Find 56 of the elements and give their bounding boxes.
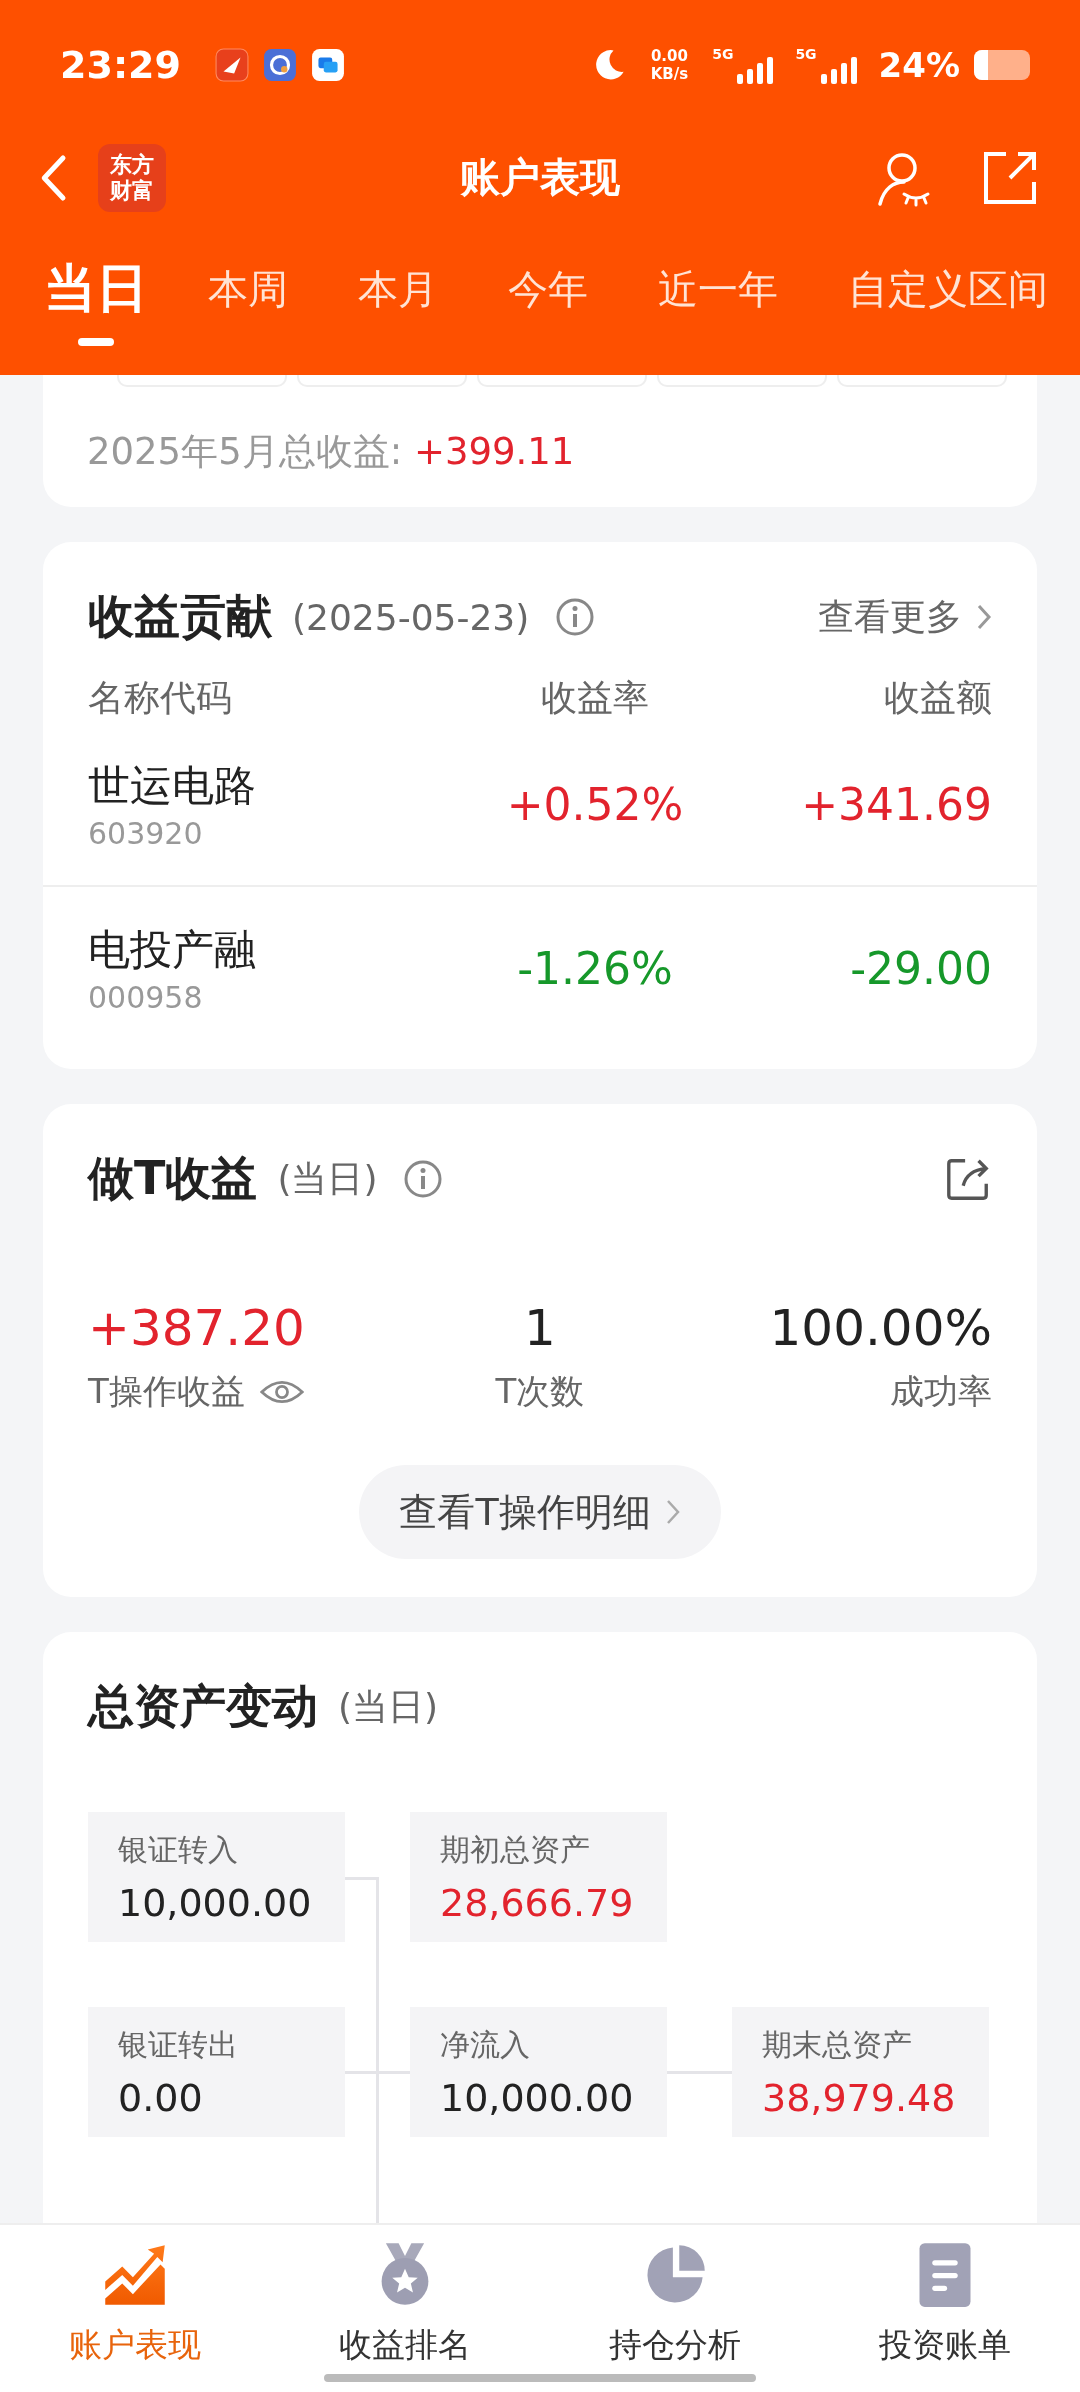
profit-amount: -29.00 bbox=[849, 942, 992, 994]
status-time: 23:29 bbox=[60, 43, 181, 87]
nav-item[interactable]: 投资账单 bbox=[810, 2225, 1080, 2375]
section-title: 做T收益 bbox=[88, 1150, 258, 1207]
column-header: 收益额 bbox=[883, 676, 992, 720]
period-tab[interactable]: 近一年 bbox=[658, 261, 778, 339]
signal-indicator: 5G bbox=[795, 46, 859, 84]
stat-label: T次数 bbox=[495, 1370, 585, 1413]
asset-box: 期末总资产 38,979.48 bbox=[732, 2007, 989, 2137]
battery-percent: 24% bbox=[878, 45, 960, 85]
stock-code: 000958 bbox=[88, 979, 204, 1015]
stat-value: 1 bbox=[524, 1299, 556, 1357]
return-rate: +0.52% bbox=[505, 778, 685, 830]
battery-icon bbox=[974, 50, 1030, 80]
view-more-link[interactable]: 查看更多 bbox=[818, 592, 992, 642]
nav-item[interactable]: 持仓分析 bbox=[540, 2225, 810, 2375]
asset-box: 期初总资产 28,666.79 bbox=[410, 1812, 667, 1942]
network-speed: 0.00 KB/s bbox=[650, 47, 689, 83]
stat-label: T操作收益 bbox=[88, 1370, 245, 1413]
stat-label: 成功率 bbox=[890, 1370, 992, 1413]
profit-amount: +341.69 bbox=[800, 778, 992, 830]
page-title: 账户表现 bbox=[459, 153, 621, 202]
asset-box: 净流入 10,000.00 bbox=[410, 2007, 667, 2137]
asset-box: 银证转出 0.00 bbox=[88, 2007, 345, 2137]
stock-name: 电投产融 bbox=[88, 923, 257, 976]
chat-app-icon bbox=[310, 48, 345, 82]
stock-code: 603920 bbox=[88, 815, 204, 851]
section-title: 收益贡献 bbox=[88, 588, 272, 645]
compass-app-icon bbox=[262, 48, 297, 82]
period-tab[interactable]: 本周 bbox=[208, 261, 288, 339]
period-tab[interactable]: 自定义区间 bbox=[848, 261, 1048, 339]
return-rate: -1.26% bbox=[516, 942, 674, 994]
asset-box: 银证转入 10,000.00 bbox=[88, 1812, 345, 1942]
month-total-profit: 2025年5月总收益: +399.11 bbox=[86, 429, 576, 475]
app-logo: 东方 财富 bbox=[98, 143, 166, 212]
info-icon[interactable] bbox=[555, 597, 596, 637]
signal-indicator: 5G bbox=[712, 46, 776, 84]
section-date: (2025-05-23) bbox=[292, 596, 530, 638]
stock-name: 世运电路 bbox=[88, 759, 257, 812]
column-header: 名称代码 bbox=[88, 676, 233, 720]
section-title: 总资产变动 bbox=[88, 1678, 318, 1735]
info-icon[interactable] bbox=[403, 1159, 444, 1199]
stat-value: +387.20 bbox=[88, 1299, 306, 1357]
period-tab[interactable]: 今年 bbox=[508, 261, 588, 339]
t-detail-button[interactable]: 查看T操作明细 bbox=[359, 1465, 721, 1559]
nav-item[interactable]: 收益排名 bbox=[270, 2225, 540, 2375]
stat-value: 100.00% bbox=[769, 1299, 992, 1357]
eye-icon[interactable] bbox=[258, 1378, 305, 1406]
period-tab[interactable]: 本月 bbox=[358, 261, 438, 339]
nav-item[interactable]: 账户表现 bbox=[0, 2225, 270, 2375]
chevron-icon bbox=[664, 1498, 681, 1526]
section-period: (当日) bbox=[277, 1156, 378, 1201]
column-header: 收益率 bbox=[540, 676, 650, 720]
section-period: (当日) bbox=[338, 1684, 439, 1729]
chevron-icon bbox=[976, 603, 992, 631]
period-tab[interactable]: 当日 bbox=[44, 254, 148, 346]
